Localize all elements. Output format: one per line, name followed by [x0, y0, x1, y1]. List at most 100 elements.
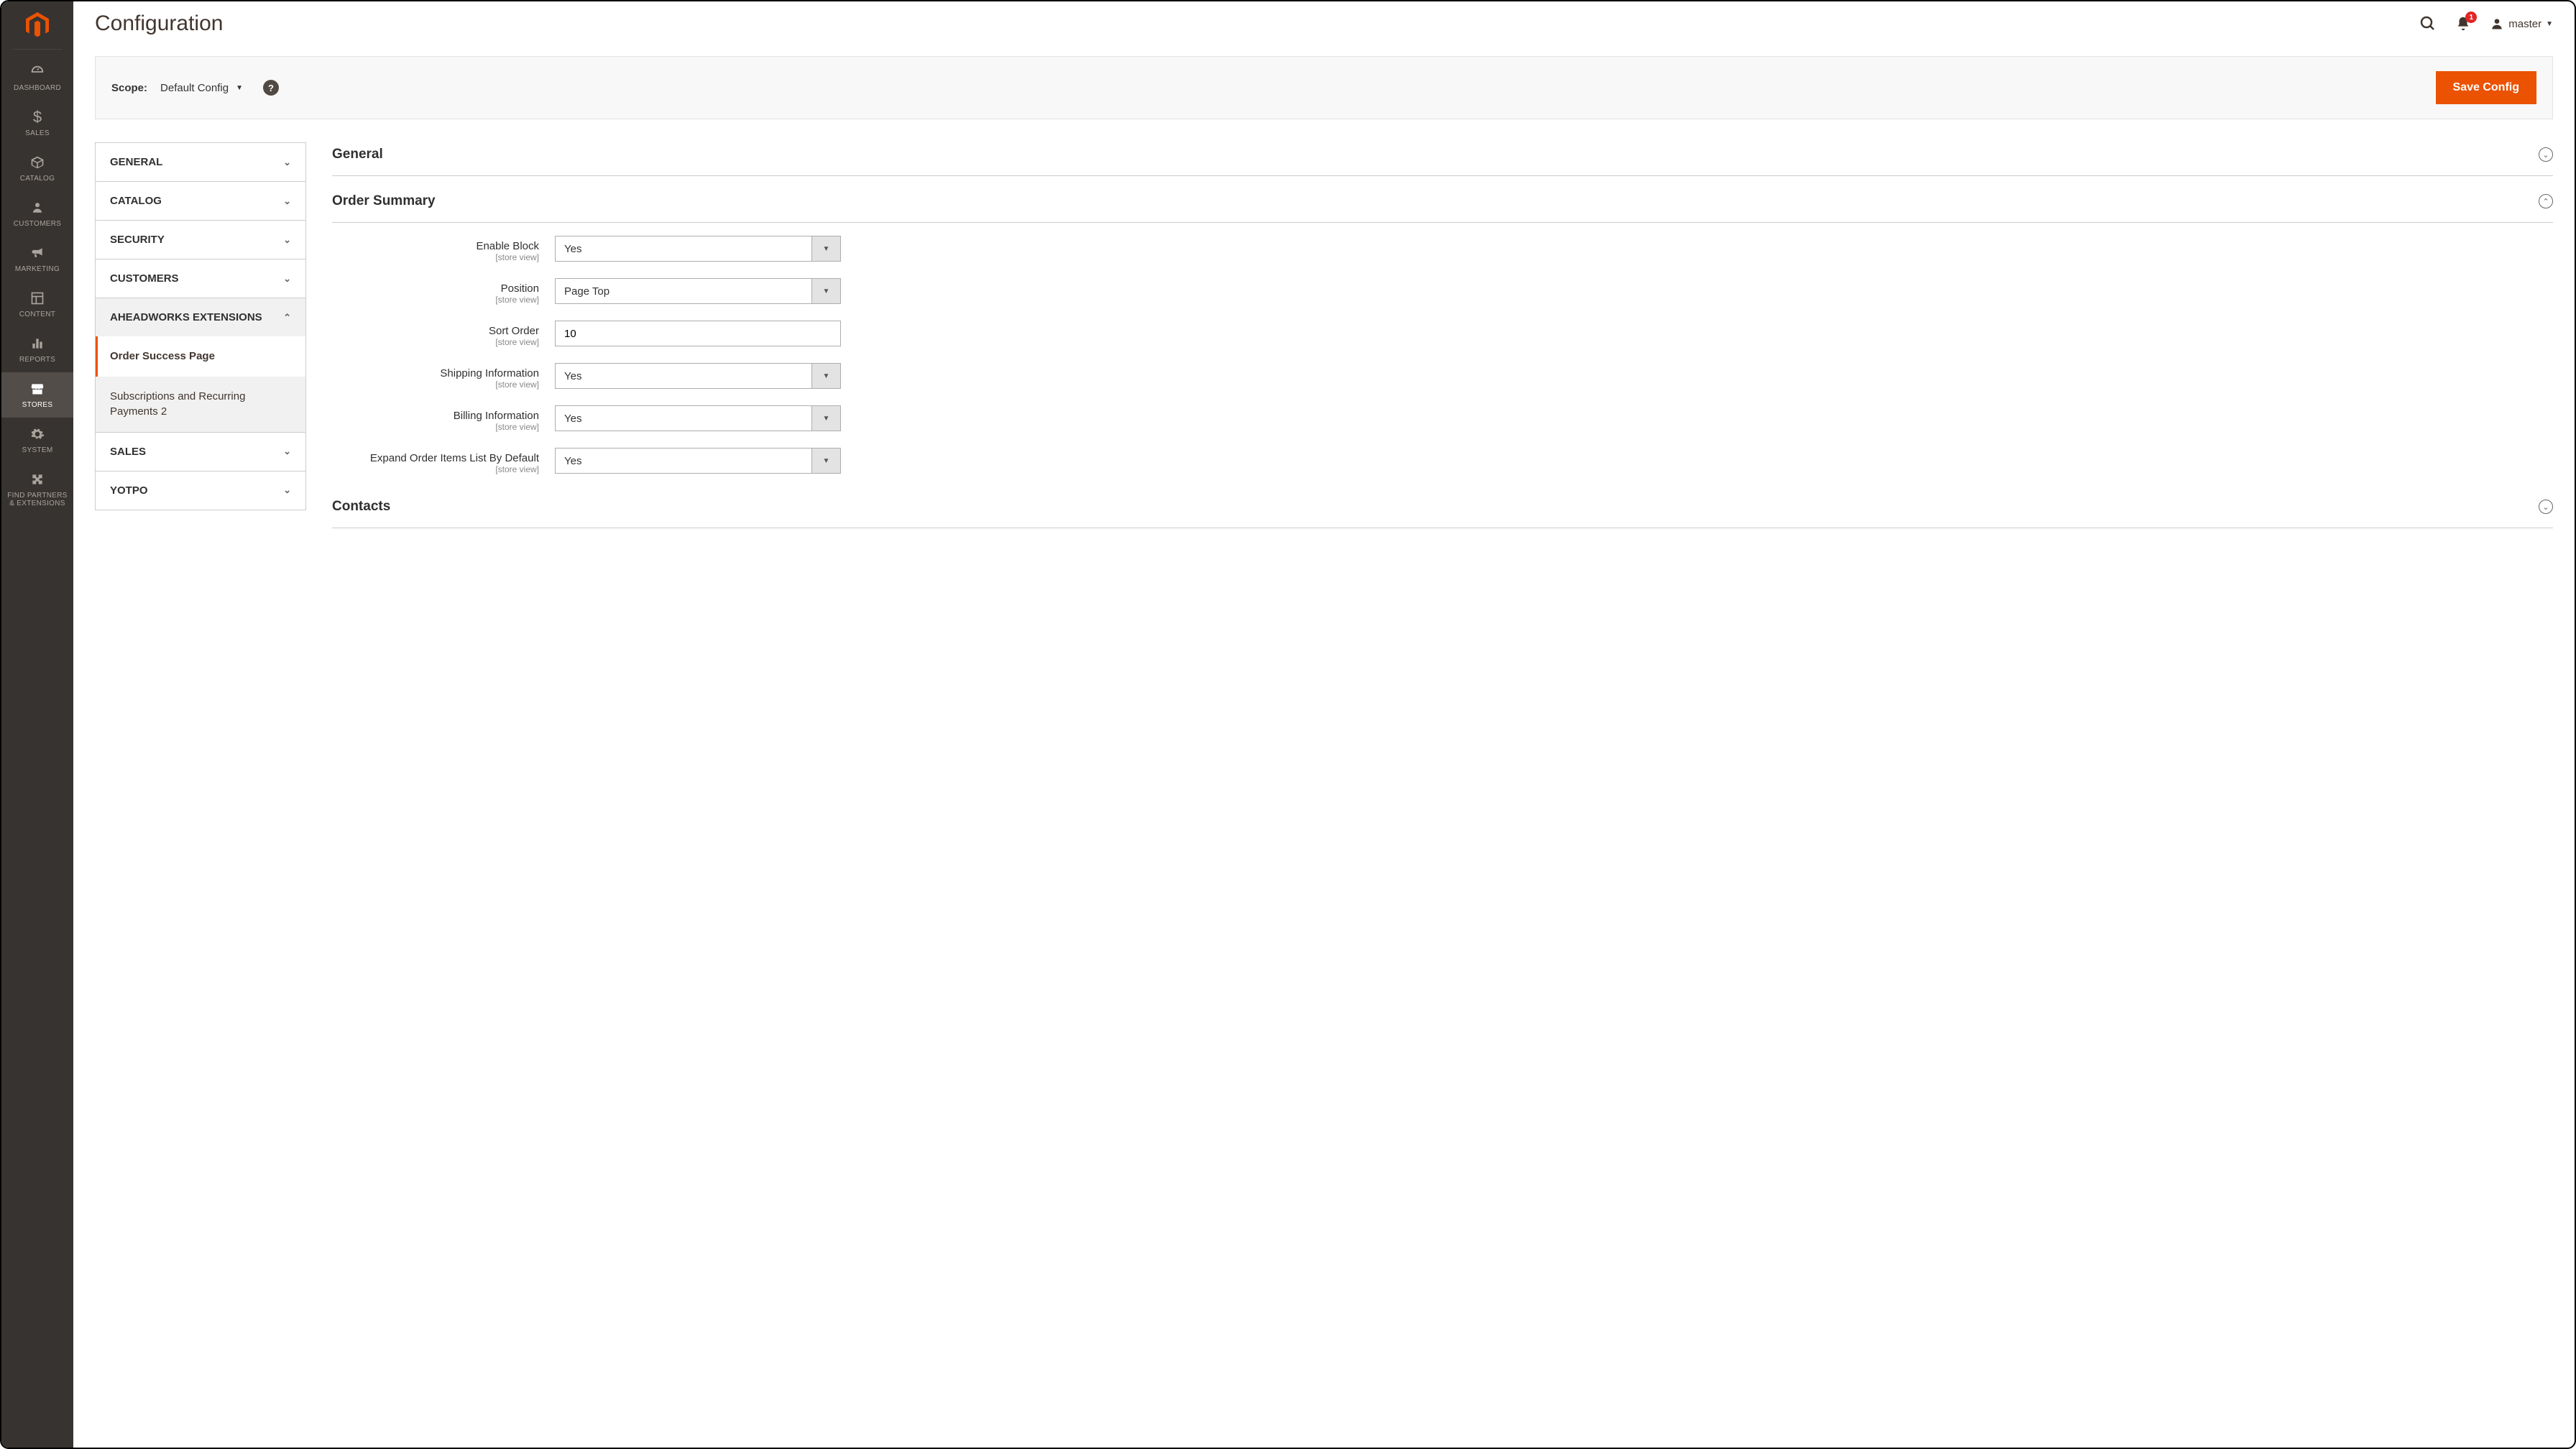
- search-icon[interactable]: [2419, 15, 2437, 32]
- section-title: General: [332, 147, 383, 162]
- admin-sidebar: DASHBOARD $ SALES CATALOG CUSTOMERS MARK…: [1, 1, 73, 1448]
- caret-down-icon: ▼: [811, 279, 840, 303]
- sidebar-label: DASHBOARD: [14, 84, 61, 92]
- sidebar-item-system[interactable]: SYSTEM: [1, 418, 73, 463]
- section-contacts[interactable]: Contacts ⌄: [332, 494, 2553, 528]
- config-tab-label: GENERAL: [110, 156, 162, 168]
- config-tab-label: YOTPO: [110, 484, 148, 497]
- store-icon: [29, 380, 45, 398]
- caret-down-icon: ▼: [811, 448, 840, 473]
- chevron-up-icon: ⌃: [283, 312, 291, 323]
- config-tab-yotpo[interactable]: YOTPO ⌄: [95, 471, 306, 510]
- chevron-down-icon: ⌄: [283, 446, 291, 457]
- scope-value: Default Config: [160, 82, 229, 94]
- config-tab-sales[interactable]: SALES ⌄: [95, 432, 306, 471]
- field-scope: [store view]: [332, 337, 539, 347]
- field-label: Position: [332, 282, 539, 295]
- megaphone-icon: [29, 244, 45, 262]
- sidebar-label: STORES: [22, 401, 53, 409]
- field-scope: [store view]: [332, 422, 539, 432]
- caret-down-icon: ▼: [2546, 20, 2553, 28]
- chevron-down-icon: ⌄: [283, 234, 291, 246]
- dollar-icon: $: [33, 108, 42, 126]
- sidebar-label: FIND PARTNERS & EXTENSIONS: [4, 492, 70, 507]
- caret-down-icon: ▼: [236, 84, 243, 92]
- section-title: Contacts: [332, 499, 390, 515]
- section-general[interactable]: General ⌄: [332, 142, 2553, 176]
- save-config-button[interactable]: Save Config: [2436, 71, 2536, 104]
- sidebar-label: CONTENT: [19, 310, 55, 318]
- chevron-down-icon: ⌄: [283, 484, 291, 496]
- page-title: Configuration: [95, 12, 2419, 36]
- expand-items-select[interactable]: Yes ▼: [555, 448, 841, 474]
- page-header: Configuration 1 master ▼: [73, 1, 2575, 43]
- field-label: Enable Block: [332, 240, 539, 252]
- config-tab-label: CUSTOMERS: [110, 272, 179, 285]
- sidebar-item-reports[interactable]: REPORTS: [1, 327, 73, 372]
- config-subitem-subscriptions[interactable]: Subscriptions and Recurring Payments 2: [96, 377, 305, 432]
- sidebar-item-marketing[interactable]: MARKETING: [1, 236, 73, 282]
- sidebar-label: SYSTEM: [22, 446, 53, 454]
- sidebar-item-catalog[interactable]: CATALOG: [1, 146, 73, 191]
- field-scope: [store view]: [332, 380, 539, 390]
- sidebar-item-stores[interactable]: STORES: [1, 372, 73, 418]
- user-name: master: [2508, 18, 2542, 30]
- sidebar-item-partners[interactable]: FIND PARTNERS & EXTENSIONS: [1, 463, 73, 516]
- config-tab-label: CATALOG: [110, 195, 162, 207]
- sidebar-label: CUSTOMERS: [14, 220, 61, 228]
- chevron-down-icon: ⌄: [283, 196, 291, 207]
- notification-badge: 1: [2465, 12, 2477, 23]
- scope-bar: Scope: Default Config ▼ ? Save Config: [95, 56, 2553, 119]
- chevron-down-icon: ⌄: [283, 157, 291, 168]
- field-scope: [store view]: [332, 252, 539, 262]
- config-subitem-order-success[interactable]: Order Success Page: [96, 336, 305, 377]
- sidebar-label: SALES: [25, 129, 50, 137]
- config-tab-customers[interactable]: CUSTOMERS ⌄: [95, 259, 306, 298]
- select-value: Yes: [556, 448, 811, 473]
- caret-down-icon: ▼: [811, 236, 840, 261]
- config-tab-general[interactable]: GENERAL ⌄: [95, 142, 306, 181]
- config-nav: GENERAL ⌄ CATALOG ⌄ SECURITY ⌄ CUSTOMERS…: [95, 142, 306, 1448]
- select-value: Page Top: [556, 279, 811, 303]
- notifications-icon[interactable]: 1: [2455, 16, 2471, 32]
- field-scope: [store view]: [332, 464, 539, 474]
- shipping-info-select[interactable]: Yes ▼: [555, 363, 841, 389]
- section-order-summary[interactable]: Order Summary ⌃: [332, 189, 2553, 223]
- user-icon: [2490, 17, 2504, 31]
- select-value: Yes: [556, 236, 811, 261]
- caret-down-icon: ▼: [811, 364, 840, 388]
- chevron-down-icon: ⌄: [283, 273, 291, 285]
- person-icon: [31, 198, 44, 217]
- sort-order-input[interactable]: [555, 321, 841, 346]
- field-label: Billing Information: [332, 410, 539, 422]
- sidebar-item-content[interactable]: CONTENT: [1, 282, 73, 327]
- billing-info-select[interactable]: Yes ▼: [555, 405, 841, 431]
- sidebar-label: CATALOG: [20, 175, 55, 183]
- config-tab-aheadworks[interactable]: AHEADWORKS EXTENSIONS ⌃: [95, 298, 306, 336]
- magento-logo[interactable]: [22, 10, 52, 40]
- select-value: Yes: [556, 406, 811, 431]
- sidebar-item-customers[interactable]: CUSTOMERS: [1, 191, 73, 236]
- box-icon: [30, 153, 45, 172]
- field-scope: [store view]: [332, 295, 539, 305]
- config-tab-catalog[interactable]: CATALOG ⌄: [95, 181, 306, 220]
- sidebar-item-dashboard[interactable]: DASHBOARD: [1, 55, 73, 101]
- sidebar-item-sales[interactable]: $ SALES: [1, 101, 73, 146]
- sidebar-label: REPORTS: [19, 356, 55, 364]
- help-icon[interactable]: ?: [263, 80, 279, 96]
- puzzle-icon: [30, 470, 45, 489]
- collapse-down-icon: ⌄: [2539, 147, 2553, 162]
- position-select[interactable]: Page Top ▼: [555, 278, 841, 304]
- collapse-up-icon: ⌃: [2539, 194, 2553, 208]
- field-label: Shipping Information: [332, 367, 539, 380]
- config-tab-label: SALES: [110, 446, 146, 458]
- enable-block-select[interactable]: Yes ▼: [555, 236, 841, 262]
- scope-select[interactable]: Default Config ▼: [160, 82, 243, 94]
- config-tab-security[interactable]: SECURITY ⌄: [95, 220, 306, 259]
- collapse-down-icon: ⌄: [2539, 500, 2553, 514]
- sidebar-label: MARKETING: [15, 265, 60, 273]
- scope-label: Scope:: [111, 82, 147, 94]
- config-tab-label: AHEADWORKS EXTENSIONS: [110, 311, 262, 323]
- user-menu[interactable]: master ▼: [2490, 17, 2553, 31]
- config-tab-label: SECURITY: [110, 234, 165, 246]
